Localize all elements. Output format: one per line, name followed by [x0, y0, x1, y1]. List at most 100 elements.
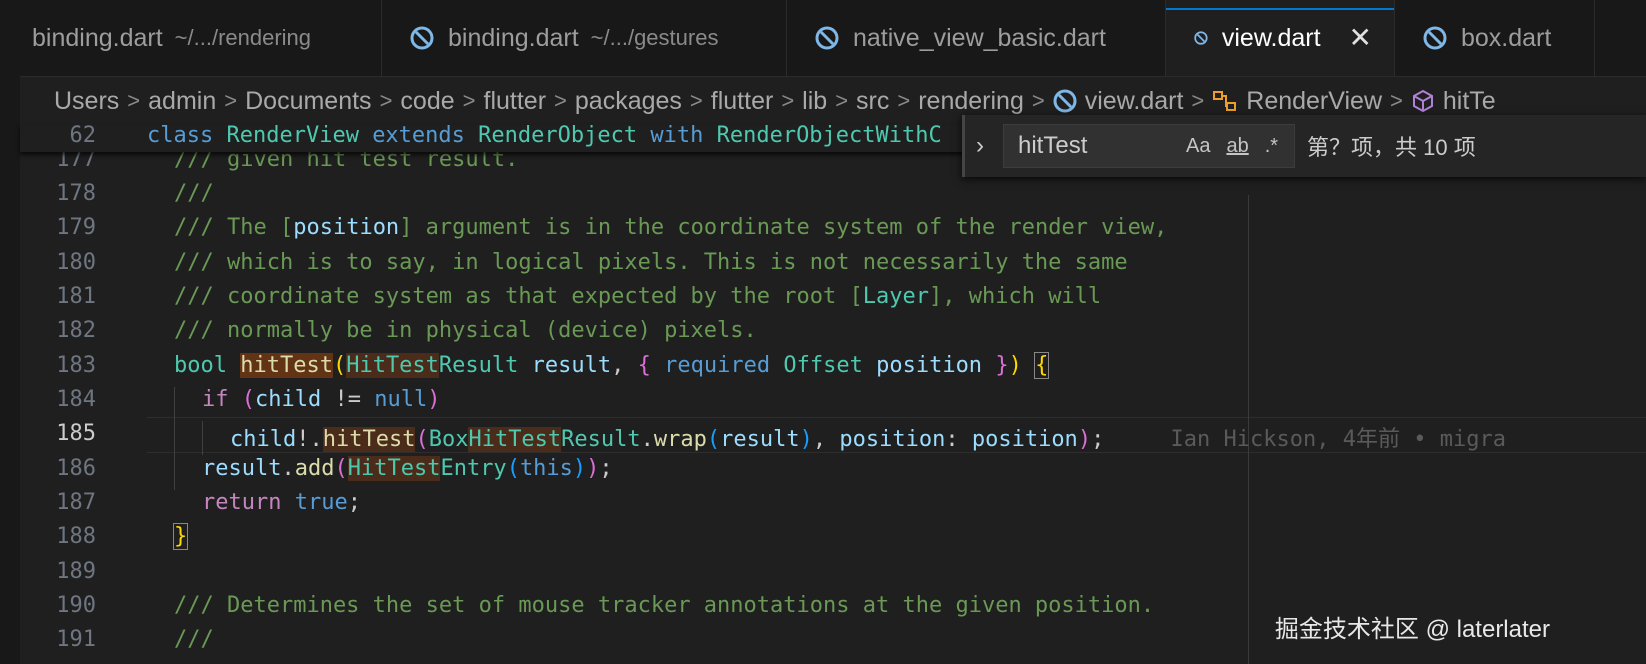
tab-native-view-basic[interactable]: native_view_basic.dart	[787, 0, 1166, 76]
code-editor[interactable]: 62 class RenderView extends RenderObject…	[20, 123, 1646, 664]
comment-reference: position	[293, 215, 400, 240]
line-number: 178	[56, 181, 96, 206]
tab-binding-gestures[interactable]: binding.dart ~/.../gestures	[382, 0, 787, 76]
tab-binding-rendering[interactable]: binding.dart ~/.../rendering	[20, 0, 382, 76]
watermark: 掘金技术社区 @ laterlater	[1274, 616, 1550, 643]
toggle-replace-chevron-icon[interactable]: ›	[965, 132, 995, 160]
line-number: 188	[56, 524, 96, 549]
chevron-right-icon: >	[379, 88, 393, 113]
line-number: 190	[56, 593, 96, 618]
code-line: /// coordinate system as that expected b…	[174, 284, 1101, 309]
dart-icon	[1053, 89, 1077, 113]
dart-icon	[815, 26, 839, 50]
match-whole-word-button[interactable]: ab	[1226, 135, 1248, 158]
breadcrumb-item[interactable]: admin	[148, 87, 216, 116]
chevron-right-icon: >	[1031, 88, 1045, 113]
comment: /// normally be in physical (device) pix…	[174, 318, 757, 343]
comment: ], which will	[928, 284, 1102, 309]
comment: /// The [	[174, 215, 294, 240]
breadcrumb-method[interactable]: hitTe	[1411, 87, 1496, 116]
dart-icon	[410, 26, 434, 50]
breadcrumb-method-label: hitTe	[1442, 86, 1496, 115]
breadcrumb-item[interactable]: Users	[54, 87, 119, 116]
find-widget: › Aa ab .* 第？项，共 10 项	[962, 115, 1646, 177]
line-number: 186	[56, 456, 96, 481]
indent-guide	[174, 387, 175, 490]
dart-icon	[1423, 26, 1447, 50]
use-regex-button[interactable]: .*	[1265, 135, 1278, 158]
tab-label: box.dart	[1461, 23, 1552, 52]
comment: ] argument is in the coordinate system o…	[399, 215, 1168, 240]
code-line: }	[172, 523, 189, 550]
tab-view-dart[interactable]: view.dart ✕	[1166, 0, 1395, 76]
chevron-right-icon: >	[554, 88, 567, 113]
breadcrumb-item[interactable]: flutter	[484, 87, 547, 116]
chevron-right-icon: >	[897, 88, 911, 113]
line-number: 182	[56, 318, 96, 343]
code-line: child!.hitTest(BoxHitTestResult.wrap(res…	[230, 427, 1506, 452]
dart-icon	[1194, 31, 1208, 45]
line-number: 191	[56, 627, 96, 652]
code-line: if (child != null)	[202, 387, 441, 412]
breadcrumb-item[interactable]: flutter	[711, 87, 774, 116]
find-input[interactable]	[1016, 131, 1170, 161]
line-number-current: 185	[56, 421, 96, 446]
line-number: 187	[56, 490, 96, 515]
tab-label: view.dart	[1221, 23, 1321, 52]
code-line: result.add(HitTestEntry(this));	[202, 456, 613, 481]
chevron-right-icon: >	[127, 88, 141, 113]
code-line: /// which is to say, in logical pixels. …	[174, 250, 1128, 275]
code-line: /// The [position] argument is in the co…	[174, 215, 1167, 240]
editor-tab-bar: binding.dart ~/.../rendering binding.dar…	[20, 0, 1646, 77]
git-blame-annotation[interactable]: Ian Hickson, 4年前 • migra	[1171, 427, 1506, 452]
line-number: 179	[56, 215, 96, 240]
code-line: /// Determines the set of mouse tracker …	[174, 593, 1154, 618]
breadcrumb-item[interactable]: src	[856, 87, 889, 116]
breadcrumb-item[interactable]: Documents	[245, 87, 371, 116]
tab-label: binding.dart	[448, 23, 579, 52]
method-symbol-icon	[1412, 89, 1433, 113]
find-input-box[interactable]: Aa ab .*	[1003, 124, 1295, 168]
chevron-right-icon: >	[689, 88, 703, 113]
breadcrumb-file[interactable]: view.dart	[1053, 86, 1184, 116]
chevron-right-icon: >	[835, 88, 849, 113]
code-line: /// normally be in physical (device) pix…	[174, 318, 757, 343]
comment: ///	[174, 181, 214, 206]
code-line: ///	[174, 627, 214, 652]
comment-reference: Layer	[862, 284, 929, 309]
breadcrumb-file-label: view.dart	[1084, 86, 1184, 115]
close-icon[interactable]: ✕	[1349, 24, 1372, 52]
indent-guide	[202, 421, 203, 455]
line-number: 183	[56, 353, 96, 378]
comment: /// Determines the set of mouse tracker …	[174, 593, 1155, 618]
sticky-line-text: class RenderView extends RenderObject wi…	[147, 123, 942, 148]
tab-box-dart[interactable]: box.dart	[1395, 0, 1595, 76]
breadcrumb-item[interactable]: lib	[802, 87, 827, 116]
chevron-right-icon: >	[1390, 88, 1403, 113]
sticky-line-number: 62	[69, 123, 97, 148]
tab-path: ~/.../gestures	[590, 25, 719, 50]
class-symbol-icon	[1213, 91, 1237, 111]
breadcrumb-class[interactable]: RenderView	[1212, 87, 1382, 116]
code-line: return true;	[202, 490, 361, 515]
chevron-right-icon: >	[1191, 88, 1205, 113]
comment: ///	[174, 627, 214, 652]
tab-label: native_view_basic.dart	[853, 23, 1106, 52]
line-number: 181	[56, 284, 96, 309]
match-case-button[interactable]: Aa	[1186, 135, 1210, 158]
activity-bar	[0, 0, 21, 664]
chevron-right-icon: >	[224, 88, 238, 113]
line-number: 180	[56, 250, 96, 275]
comment: /// coordinate system as that expected b…	[174, 284, 863, 309]
line-number: 184	[56, 387, 96, 412]
breadcrumb-item[interactable]: packages	[575, 87, 682, 116]
comment: /// which is to say, in logical pixels. …	[174, 250, 1128, 275]
breadcrumb-class-label: RenderView	[1246, 86, 1382, 115]
breadcrumb-item[interactable]: rendering	[918, 87, 1024, 116]
find-match-count: 第？项，共 10 项	[1307, 135, 1476, 160]
code-line: bool hitTest(HitTestResult result, { req…	[174, 352, 1050, 379]
tab-path: ~/.../rendering	[174, 25, 312, 50]
line-number: 189	[56, 559, 96, 584]
chevron-right-icon: >	[462, 88, 476, 113]
breadcrumb-item[interactable]: code	[400, 87, 454, 116]
